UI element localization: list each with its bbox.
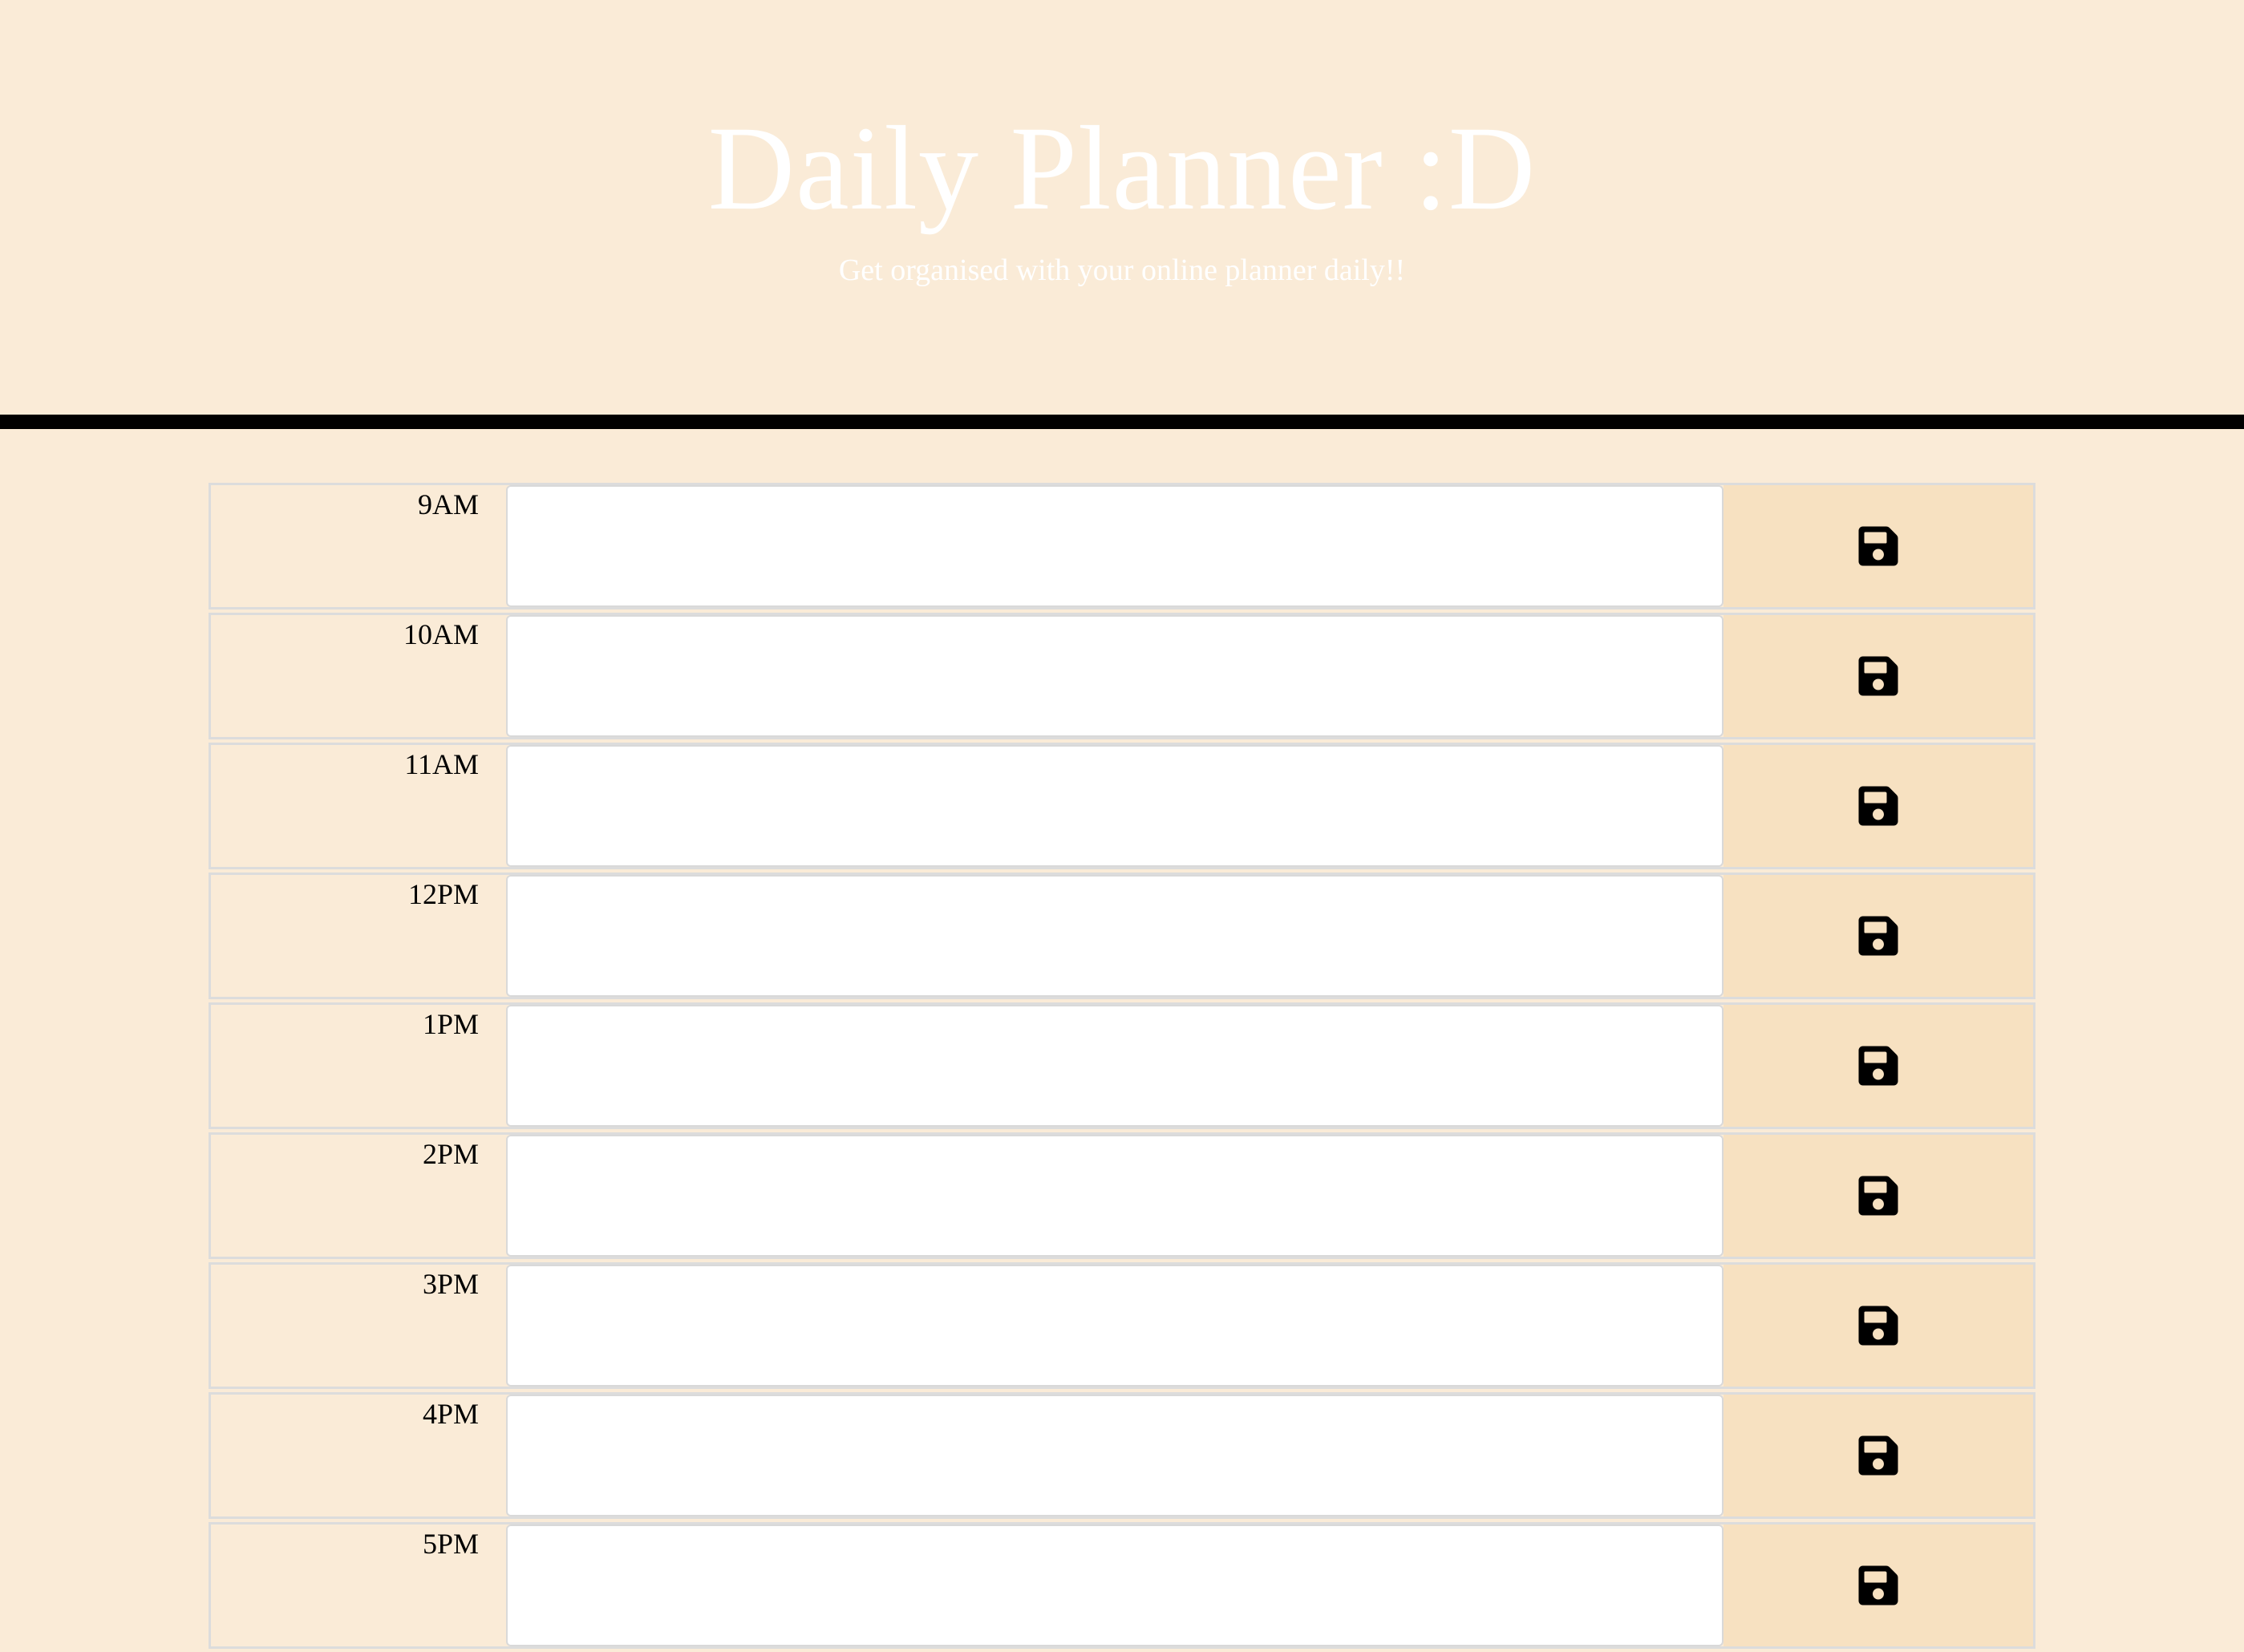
time-block-row: 5PM (209, 1522, 2035, 1649)
event-text-input[interactable] (506, 1135, 1724, 1257)
save-button[interactable] (1724, 1265, 2033, 1387)
hour-label: 3PM (211, 1265, 503, 1387)
hour-label: 11AM (211, 745, 503, 867)
planner-container: 9AM 10AM 11AM 12PM 1PM 2PM 3PM 4PM 5PM (209, 483, 2035, 1652)
event-text-input[interactable] (506, 875, 1724, 997)
event-text-input[interactable] (506, 745, 1724, 867)
hour-label: 9AM (211, 485, 503, 607)
save-button[interactable] (1724, 1005, 2033, 1127)
save-button[interactable] (1724, 1395, 2033, 1516)
floppy-disk-icon (1858, 1176, 1898, 1216)
header-divider (0, 415, 2244, 429)
hour-label: 1PM (211, 1005, 503, 1127)
event-text-input[interactable] (506, 615, 1724, 737)
event-text-input[interactable] (506, 1395, 1724, 1516)
hour-label: 2PM (211, 1135, 503, 1257)
time-block-row: 12PM (209, 873, 2035, 999)
floppy-disk-icon (1858, 656, 1898, 696)
floppy-disk-icon (1858, 526, 1898, 566)
page-title: Daily Planner :D (707, 102, 1537, 235)
time-block-row: 10AM (209, 613, 2035, 739)
event-text-input[interactable] (506, 1524, 1724, 1646)
time-block-row: 2PM (209, 1132, 2035, 1259)
time-block-row: 4PM (209, 1392, 2035, 1519)
floppy-disk-icon (1858, 1565, 1898, 1605)
floppy-disk-icon (1858, 1046, 1898, 1086)
hour-label: 5PM (211, 1524, 503, 1646)
save-button[interactable] (1724, 1524, 2033, 1646)
floppy-disk-icon (1858, 1306, 1898, 1346)
time-block-row: 1PM (209, 1002, 2035, 1129)
event-text-input[interactable] (506, 485, 1724, 607)
save-button[interactable] (1724, 875, 2033, 997)
floppy-disk-icon (1858, 916, 1898, 956)
hour-label: 10AM (211, 615, 503, 737)
save-button[interactable] (1724, 1135, 2033, 1257)
time-block-row: 3PM (209, 1262, 2035, 1389)
hour-label: 4PM (211, 1395, 503, 1516)
save-button[interactable] (1724, 485, 2033, 607)
page-header: Daily Planner :D Get organised with your… (0, 0, 2244, 415)
time-block-row: 9AM (209, 483, 2035, 609)
page-subtitle: Get organised with your online planner d… (838, 253, 1406, 287)
hour-label: 12PM (211, 875, 503, 997)
save-button[interactable] (1724, 745, 2033, 867)
time-block-row: 11AM (209, 743, 2035, 869)
floppy-disk-icon (1858, 786, 1898, 826)
event-text-input[interactable] (506, 1265, 1724, 1387)
floppy-disk-icon (1858, 1435, 1898, 1476)
save-button[interactable] (1724, 615, 2033, 737)
event-text-input[interactable] (506, 1005, 1724, 1127)
